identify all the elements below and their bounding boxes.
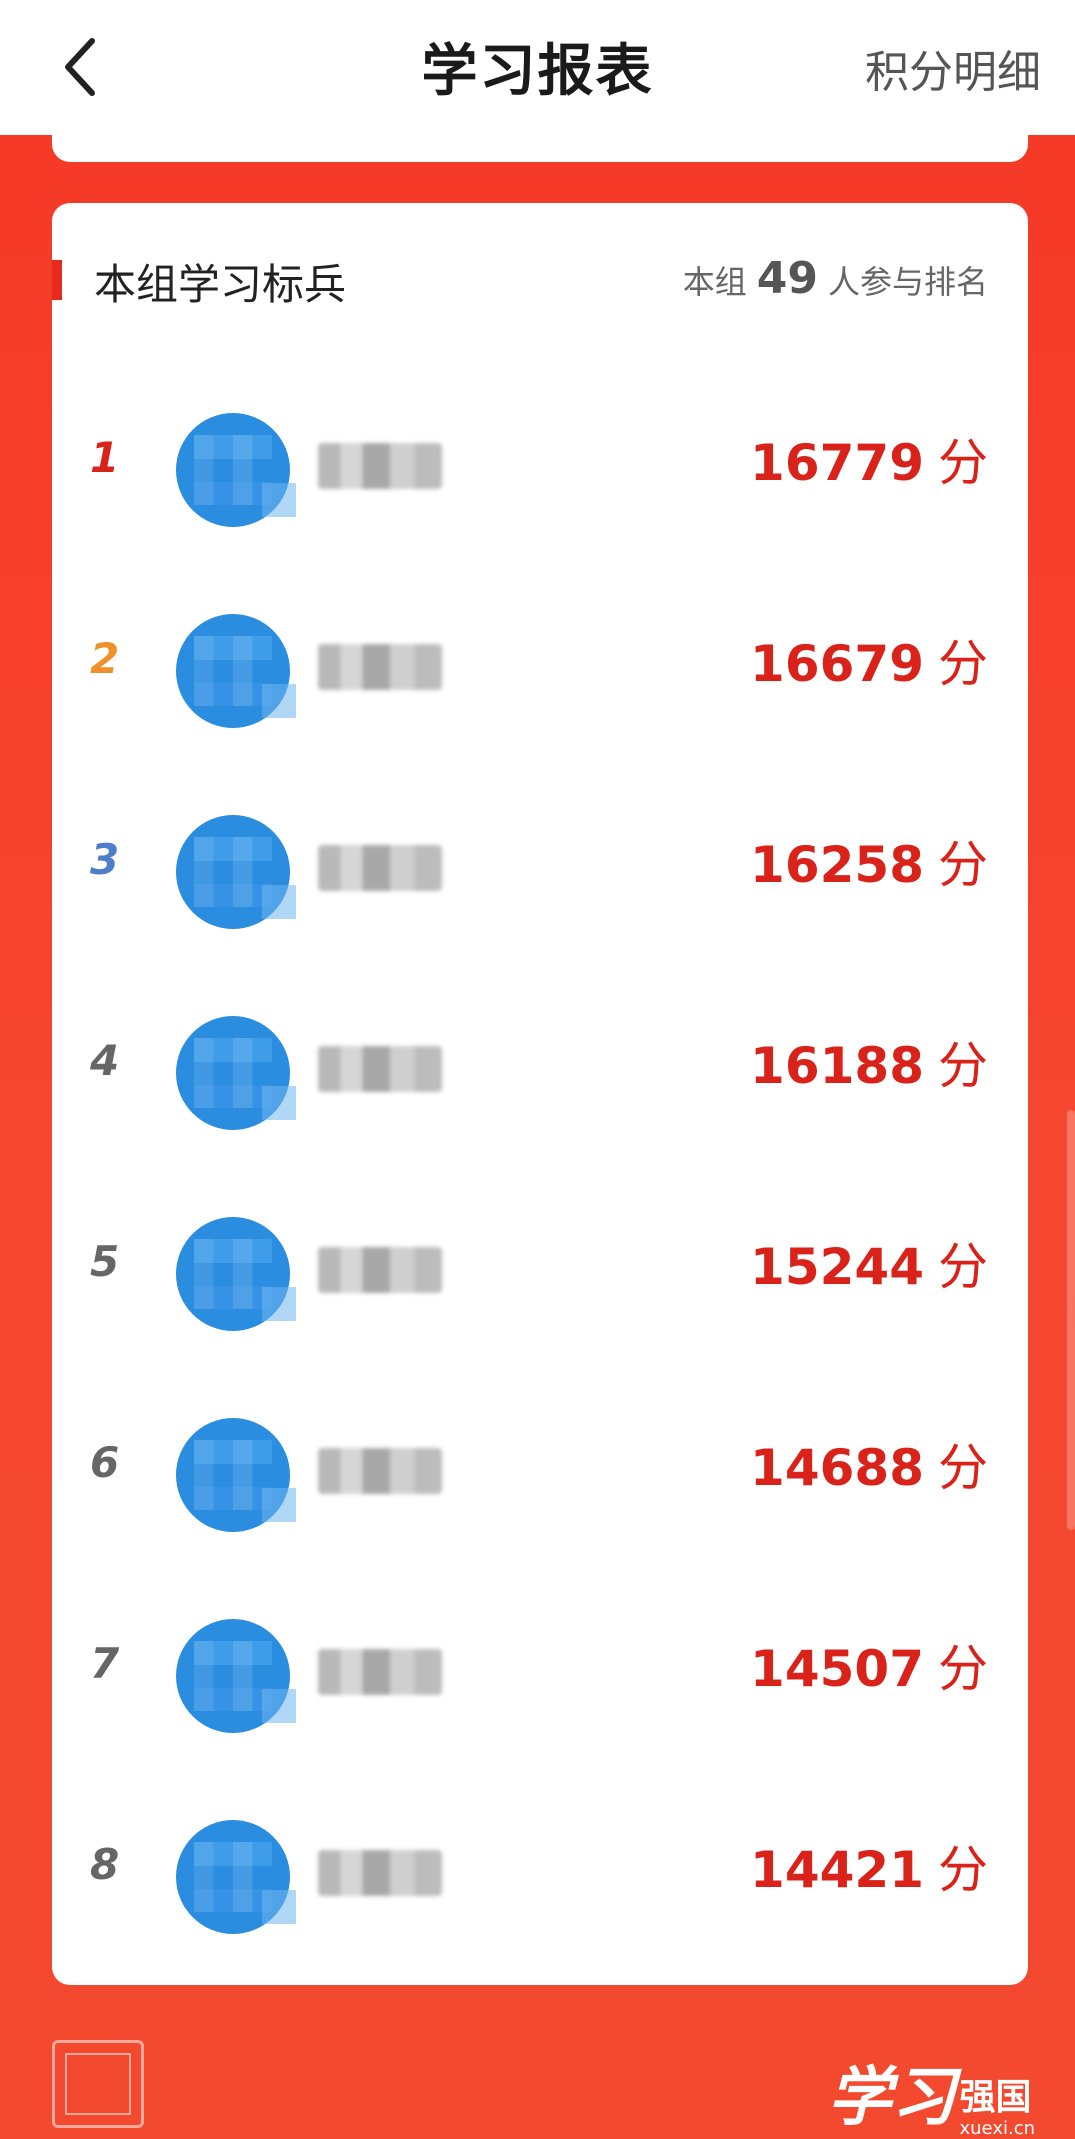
score: 16779 分 <box>750 423 988 495</box>
card-header: 本组学习标兵 本组 49 人参与排名 <box>52 243 1028 323</box>
ranking-row[interactable]: 5 15244 分 <box>52 1177 1028 1378</box>
rank-number: 6 <box>90 1438 120 1487</box>
score-unit: 分 <box>938 1640 988 1698</box>
top-bar: 学习报表 积分明细 <box>0 0 1075 135</box>
logo-brush-text: 学习 <box>827 2060 956 2135</box>
blurred-name <box>318 443 442 489</box>
ranking-list: 1 16779 分 2 16679 分 3 16258 分 4 16188 分 … <box>52 373 1028 1981</box>
score-value: 16188 <box>750 1037 924 1095</box>
score-value: 15244 <box>750 1238 924 1296</box>
avatar-pixelation <box>262 1086 296 1120</box>
score: 15244 分 <box>750 1227 988 1299</box>
blurred-name <box>318 845 442 891</box>
score-unit: 分 <box>938 1439 988 1497</box>
rank-number: 3 <box>90 835 120 884</box>
rank-number: 2 <box>90 634 120 683</box>
accent-bar <box>52 260 62 300</box>
scrollbar[interactable] <box>1067 1110 1075 1530</box>
score-unit: 分 <box>938 434 988 492</box>
score-unit: 分 <box>938 1037 988 1095</box>
ranking-row[interactable]: 4 16188 分 <box>52 976 1028 1177</box>
score: 14688 分 <box>750 1428 988 1500</box>
score-unit: 分 <box>938 1841 988 1899</box>
ranking-row[interactable]: 3 16258 分 <box>52 775 1028 976</box>
avatar-pixelation <box>262 885 296 919</box>
score: 14507 分 <box>750 1629 988 1701</box>
rank-number: 4 <box>90 1036 120 1085</box>
blurred-name <box>318 644 442 690</box>
xuexi-logo: 学习 强国 xuexi.cn <box>828 2046 1036 2138</box>
blurred-name <box>318 1649 442 1695</box>
ranking-row[interactable]: 1 16779 分 <box>52 373 1028 574</box>
rank-number: 5 <box>90 1237 120 1286</box>
score: 16258 分 <box>750 825 988 897</box>
logo-url: xuexi.cn <box>959 2118 1036 2139</box>
avatar-pixelation <box>262 1488 296 1522</box>
rank-number: 7 <box>90 1639 120 1688</box>
score-value: 16779 <box>750 434 924 492</box>
avatar-pixelation <box>262 483 296 517</box>
ranking-card: 本组学习标兵 本组 49 人参与排名 1 16779 分 2 16679 分 3… <box>52 203 1028 1985</box>
score-value: 14507 <box>750 1640 924 1698</box>
logo-side: 强国 xuexi.cn <box>960 2080 1036 2138</box>
ranking-row[interactable]: 8 14421 分 <box>52 1780 1028 1981</box>
points-detail-link[interactable]: 积分明细 <box>865 36 1041 100</box>
rank-number: 8 <box>90 1840 120 1889</box>
participants-count: 49 <box>756 253 818 304</box>
avatar-pixelation <box>262 1287 296 1321</box>
avatar-pixelation <box>262 1890 296 1924</box>
ranking-row[interactable]: 2 16679 分 <box>52 574 1028 775</box>
card-title: 本组学习标兵 <box>94 260 347 309</box>
participants-prefix: 本组 <box>682 263 747 301</box>
blurred-name <box>318 1046 442 1092</box>
logo-text: 强国 <box>959 2077 1032 2118</box>
score-value: 16679 <box>750 635 924 693</box>
score-unit: 分 <box>938 1238 988 1296</box>
score-value: 14688 <box>750 1439 924 1497</box>
ranking-row[interactable]: 7 14507 分 <box>52 1579 1028 1780</box>
blurred-name <box>318 1850 442 1896</box>
avatar-pixelation <box>262 1689 296 1723</box>
score: 14421 分 <box>750 1830 988 1902</box>
participants-summary: 本组 49 人参与排名 <box>683 253 988 304</box>
blurred-name <box>318 1247 442 1293</box>
ranking-row[interactable]: 6 14688 分 <box>52 1378 1028 1579</box>
rank-number: 1 <box>90 433 120 482</box>
participants-suffix: 人参与排名 <box>827 263 988 301</box>
score-value: 14421 <box>750 1841 924 1899</box>
score: 16188 分 <box>750 1026 988 1098</box>
blurred-name <box>318 1448 442 1494</box>
seal-stamp-icon <box>52 2040 144 2128</box>
score-unit: 分 <box>938 635 988 693</box>
previous-card-bottom <box>52 120 1028 162</box>
score-value: 16258 <box>750 836 924 894</box>
avatar-pixelation <box>262 684 296 718</box>
score: 16679 分 <box>750 624 988 696</box>
score-unit: 分 <box>938 836 988 894</box>
